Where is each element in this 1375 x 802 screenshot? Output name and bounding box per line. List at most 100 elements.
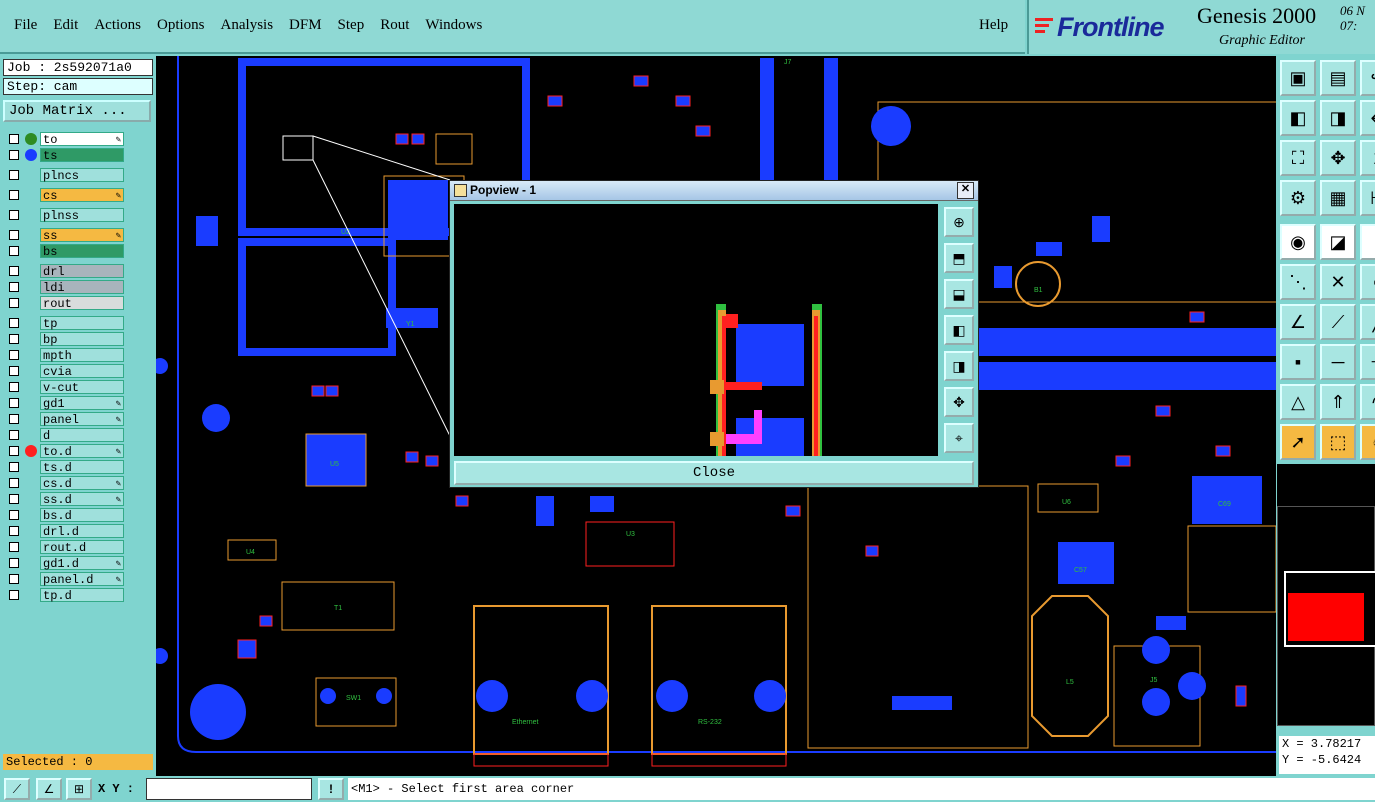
zoom-out-icon[interactable]: ▤ — [1320, 60, 1356, 96]
wave-icon[interactable]: ∿ — [1360, 384, 1375, 420]
warning-icon[interactable]: ! — [318, 778, 344, 800]
layer-name[interactable]: ts — [40, 148, 124, 163]
menu-rout[interactable]: Rout — [380, 17, 409, 34]
layer-checkbox[interactable] — [9, 210, 19, 220]
layer-name[interactable]: tp.d — [40, 588, 124, 603]
layer-row[interactable]: mpth — [6, 348, 125, 363]
layer-name[interactable]: bs.d — [40, 508, 124, 523]
layer-row[interactable]: cvia — [6, 364, 125, 379]
layer-checkbox[interactable] — [9, 510, 19, 520]
layer-name[interactable]: bs — [40, 244, 124, 259]
fit-profile-icon[interactable]: ✥ — [1320, 140, 1356, 176]
layer-name[interactable]: drl.d — [40, 524, 124, 539]
xy-input[interactable] — [146, 778, 312, 800]
layer-row[interactable]: plncs — [6, 168, 125, 183]
select-icon[interactable]: ◉ — [1280, 224, 1316, 260]
grid-icon[interactable]: ▦ — [1320, 180, 1356, 216]
layer-name[interactable]: bp — [40, 332, 124, 347]
layer-checkbox[interactable] — [9, 462, 19, 472]
layer-name[interactable]: panel.d ✎ — [40, 572, 124, 587]
layer-checkbox[interactable] — [9, 350, 19, 360]
layer-row[interactable]: ss ✎ — [6, 228, 125, 243]
layer-row[interactable]: ldi — [6, 280, 125, 295]
menu-dfm[interactable]: DFM — [289, 17, 322, 34]
circle-icon[interactable]: ○ — [1360, 264, 1375, 300]
layer-checkbox[interactable] — [9, 542, 19, 552]
menu-options[interactable]: Options — [157, 17, 205, 34]
popview-titlebar[interactable]: Popview - 1 ✕ — [450, 181, 978, 201]
pan-icon[interactable]: ↪ — [1360, 60, 1375, 96]
job-matrix-button[interactable]: Job Matrix ... — [3, 100, 151, 122]
layer-color-dot[interactable] — [25, 445, 37, 457]
layer-name[interactable]: ss ✎ — [40, 228, 124, 243]
layer-row[interactable]: bs.d — [6, 508, 125, 523]
horizontal-line-icon[interactable]: ─ — [1320, 344, 1356, 380]
layer-row[interactable]: gd1.d ✎ — [6, 556, 125, 571]
layer-checkbox[interactable] — [9, 134, 19, 144]
layer-color-dot[interactable] — [25, 149, 37, 161]
layer-name[interactable]: cs ✎ — [40, 188, 124, 203]
popview-pan-left-icon[interactable]: ◧ — [944, 315, 974, 345]
layer-name[interactable]: gd1 ✎ — [40, 396, 124, 411]
menu-step[interactable]: Step — [338, 17, 365, 34]
layer-color-dot[interactable] — [25, 133, 37, 145]
color-swatch-frame[interactable] — [1284, 571, 1375, 647]
layer-name[interactable]: v-cut — [40, 380, 124, 395]
edit-shape-icon[interactable]: ◪ — [1320, 224, 1356, 260]
menu-analysis[interactable]: Analysis — [221, 17, 274, 34]
angle-icon[interactable]: ∠ — [1280, 304, 1316, 340]
layer-row[interactable]: cs ✎ — [6, 188, 125, 203]
layer-checkbox[interactable] — [9, 170, 19, 180]
layer-checkbox[interactable] — [9, 526, 19, 536]
layer-name[interactable]: drl — [40, 264, 124, 279]
layer-row[interactable]: plnss — [6, 208, 125, 223]
layer-row[interactable]: drl.d — [6, 524, 125, 539]
fit-screen-icon[interactable]: ⛶ — [1280, 140, 1316, 176]
layer-name[interactable]: rout.d — [40, 540, 124, 555]
pan-right-icon[interactable]: ◨ — [1320, 100, 1356, 136]
connect-icon[interactable]: ⋱ — [1280, 264, 1316, 300]
measure-icon[interactable]: ⚙ — [1280, 180, 1316, 216]
layer-row[interactable]: bp — [6, 332, 125, 347]
layer-row[interactable]: panel ✎ — [6, 412, 125, 427]
layer-name[interactable]: ss.d ✎ — [40, 492, 124, 507]
popview-home-icon[interactable]: ⌖ — [944, 423, 974, 453]
pointer-box-icon[interactable]: ⬚ — [1320, 424, 1356, 460]
layer-row[interactable]: to ✎ — [6, 132, 125, 147]
pointer-circle-icon[interactable]: ◌ — [1360, 424, 1375, 460]
layer-checkbox[interactable] — [9, 246, 19, 256]
popview-pan-right-icon[interactable]: ◨ — [944, 351, 974, 381]
layer-checkbox[interactable] — [9, 366, 19, 376]
menu-edit[interactable]: Edit — [53, 17, 78, 34]
layer-checkbox[interactable] — [9, 334, 19, 344]
snap-mode-icon[interactable]: ⟋ — [4, 778, 30, 800]
ruler-icon[interactable]: ⫼ — [1360, 224, 1375, 260]
layer-row[interactable]: drl — [6, 264, 125, 279]
layer-row[interactable]: cs.d ✎ — [6, 476, 125, 491]
dimension-icon[interactable]: ⊣ — [1360, 344, 1375, 380]
layer-row[interactable]: ts — [6, 148, 125, 163]
layer-checkbox[interactable] — [9, 398, 19, 408]
pan-left-icon[interactable]: ◧ — [1280, 100, 1316, 136]
layer-checkbox[interactable] — [9, 590, 19, 600]
layer-name[interactable]: d — [40, 428, 124, 443]
layer-name[interactable]: to ✎ — [40, 132, 124, 147]
pad-icon[interactable]: ▪ — [1280, 344, 1316, 380]
layer-row[interactable]: ss.d ✎ — [6, 492, 125, 507]
pointer-icon[interactable]: ➚ — [1280, 424, 1316, 460]
triangle-icon[interactable]: △ — [1280, 384, 1316, 420]
redraw-icon[interactable]: ↩ — [1360, 100, 1375, 136]
line-icon[interactable]: ⟋ — [1320, 304, 1356, 340]
layer-name[interactable]: mpth — [40, 348, 124, 363]
layer-checkbox[interactable] — [9, 382, 19, 392]
menu-help[interactable]: Help — [979, 17, 1008, 34]
layer-checkbox[interactable] — [9, 574, 19, 584]
layer-name[interactable]: cvia — [40, 364, 124, 379]
layer-checkbox[interactable] — [9, 150, 19, 160]
grid-mode-icon[interactable]: ⊞ — [66, 778, 92, 800]
layer-checkbox[interactable] — [9, 446, 19, 456]
popview-pan-up-icon[interactable]: ⬒ — [944, 243, 974, 273]
zoom-one-icon[interactable]: 1 — [1360, 140, 1375, 176]
layer-row[interactable]: panel.d ✎ — [6, 572, 125, 587]
menu-windows[interactable]: Windows — [425, 17, 482, 34]
